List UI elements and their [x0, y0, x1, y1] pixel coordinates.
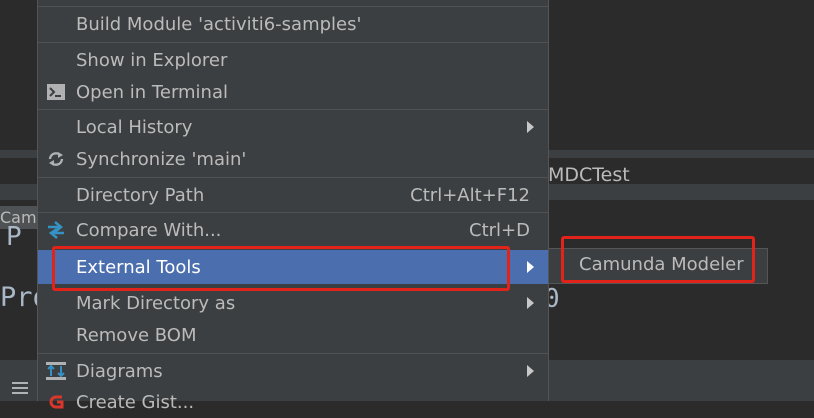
diagrams-icon [46, 361, 66, 381]
menu-item-label: Remove BOM [76, 324, 197, 346]
submenu-arrow-icon [527, 297, 534, 309]
menu-item-label: Create Gist... [76, 391, 195, 413]
menu-item-directory-path[interactable]: Directory Path Ctrl+Alt+F12 [38, 179, 548, 211]
highlight-box-camunda-modeler [561, 236, 755, 283]
structure-list-icon[interactable] [12, 382, 28, 396]
menu-item-label: Show in Explorer [76, 49, 228, 71]
context-menu: Build Module 'activiti6-samples' Show in… [37, 0, 549, 413]
menu-item-build-module[interactable]: Build Module 'activiti6-samples' [38, 8, 548, 40]
submenu-arrow-icon [527, 365, 534, 377]
menu-item-label: Directory Path [76, 184, 205, 206]
menu-item-open-in-terminal[interactable]: Open in Terminal [38, 76, 548, 108]
menu-separator [38, 212, 548, 213]
menu-separator [38, 177, 548, 178]
menu-item-label: Diagrams [76, 360, 163, 382]
terminal-icon [46, 82, 66, 102]
compare-icon [46, 220, 66, 240]
submenu-arrow-icon [527, 121, 534, 133]
menu-separator [38, 353, 548, 354]
menu-item-local-history[interactable]: Local History [38, 111, 548, 143]
menu-item-label: Mark Directory as [76, 292, 236, 314]
menu-item-mark-directory-as[interactable]: Mark Directory as [38, 287, 548, 319]
menu-item-show-in-explorer[interactable]: Show in Explorer [38, 44, 548, 76]
menu-item-label: Open in Terminal [76, 81, 228, 103]
menu-item-synchronize[interactable]: Synchronize 'main' [38, 143, 548, 175]
menu-separator [38, 42, 548, 43]
editor-text-p: P [6, 222, 22, 252]
highlight-box-external-tools [52, 246, 510, 291]
menu-item-label: Build Module 'activiti6-samples' [76, 13, 362, 35]
menu-item-remove-bom[interactable]: Remove BOM [38, 319, 548, 351]
menu-separator [38, 109, 548, 110]
menu-item-shortcut: Ctrl+Alt+F12 [410, 184, 530, 206]
gist-icon [46, 392, 66, 412]
menu-item-compare-with[interactable]: Compare With... Ctrl+D [38, 214, 548, 246]
menu-separator [38, 6, 548, 7]
menu-item-label: Local History [76, 116, 193, 138]
sync-icon [46, 149, 66, 169]
menu-item-shortcut: Ctrl+D [469, 219, 530, 241]
menu-item-label: Synchronize 'main' [76, 148, 247, 170]
submenu-arrow-icon [527, 261, 534, 273]
menu-item-label: Compare With... [76, 219, 222, 241]
tab-mdctest[interactable]: MDCTest [548, 164, 630, 186]
menu-item-create-gist[interactable]: Create Gist... [38, 386, 548, 418]
menu-item-diagrams[interactable]: Diagrams [38, 355, 548, 387]
